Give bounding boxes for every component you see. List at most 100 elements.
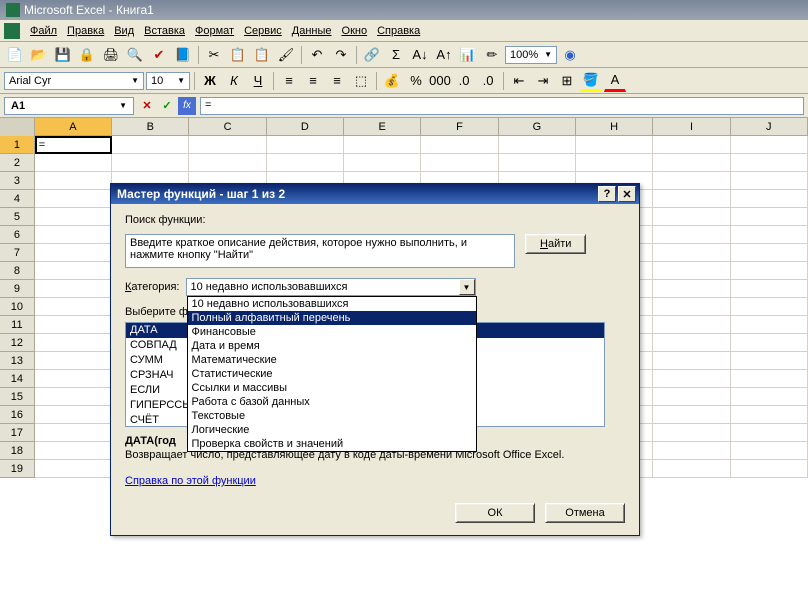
row-header-4[interactable]: 4 [0, 190, 35, 208]
cell[interactable] [267, 136, 344, 154]
align-right-button[interactable]: ≡ [326, 70, 348, 92]
menu-insert[interactable]: Вставка [144, 25, 185, 37]
cell[interactable] [731, 208, 808, 226]
cell[interactable] [653, 370, 730, 388]
cell[interactable] [653, 298, 730, 316]
align-left-button[interactable]: ≡ [278, 70, 300, 92]
comma-button[interactable]: 000 [429, 70, 451, 92]
cell[interactable] [653, 172, 730, 190]
font-color-button[interactable]: A [604, 70, 626, 92]
merge-button[interactable]: ⬚ [350, 70, 372, 92]
row-header-14[interactable]: 14 [0, 370, 35, 388]
cell[interactable] [35, 154, 112, 172]
cell[interactable] [731, 136, 808, 154]
cell[interactable] [731, 298, 808, 316]
cell[interactable] [421, 154, 498, 172]
inc-decimal-button[interactable]: .0 [453, 70, 475, 92]
row-header-18[interactable]: 18 [0, 442, 35, 460]
format-painter-button[interactable]: 🖌 [275, 44, 297, 66]
search-input[interactable]: Введите краткое описание действия, котор… [125, 234, 515, 268]
spelling-button[interactable]: ✔ [148, 44, 170, 66]
cell[interactable] [344, 136, 421, 154]
cell[interactable] [653, 316, 730, 334]
hyperlink-button[interactable]: 🔗 [361, 44, 383, 66]
zoom-combo[interactable]: 100%▼ [505, 46, 557, 64]
cell[interactable] [267, 154, 344, 172]
cell[interactable] [35, 244, 112, 262]
research-button[interactable]: 📘 [172, 44, 194, 66]
row-header-3[interactable]: 3 [0, 172, 35, 190]
row-header-6[interactable]: 6 [0, 226, 35, 244]
cell[interactable] [653, 226, 730, 244]
cell[interactable] [576, 136, 653, 154]
row-header-11[interactable]: 11 [0, 316, 35, 334]
cut-button[interactable]: ✂ [203, 44, 225, 66]
cell[interactable] [731, 190, 808, 208]
category-option[interactable]: Ссылки и массивы [188, 381, 476, 395]
preview-button[interactable]: 🔍 [124, 44, 146, 66]
category-option[interactable]: Текстовые [188, 409, 476, 423]
category-option[interactable]: 10 недавно использовавшихся [188, 297, 476, 311]
menu-format[interactable]: Формат [195, 25, 234, 37]
cell[interactable] [35, 334, 112, 352]
cell[interactable] [499, 154, 576, 172]
cell[interactable] [731, 316, 808, 334]
undo-button[interactable]: ↶ [306, 44, 328, 66]
cell[interactable] [731, 172, 808, 190]
select-all-corner[interactable] [0, 118, 35, 136]
cell[interactable] [653, 334, 730, 352]
fx-button[interactable]: fx [178, 97, 196, 115]
cell[interactable] [35, 262, 112, 280]
cell[interactable] [653, 424, 730, 442]
cell[interactable] [35, 280, 112, 298]
row-header-7[interactable]: 7 [0, 244, 35, 262]
help-button[interactable]: ◉ [559, 44, 581, 66]
cancel-button[interactable]: Отмена [545, 503, 625, 523]
category-option[interactable]: Финансовые [188, 325, 476, 339]
cell[interactable] [731, 280, 808, 298]
paste-button[interactable]: 📋 [251, 44, 273, 66]
cell[interactable] [499, 136, 576, 154]
cell[interactable] [35, 190, 112, 208]
menu-view[interactable]: Вид [114, 25, 134, 37]
cell[interactable] [112, 154, 189, 172]
cell[interactable] [653, 262, 730, 280]
cell[interactable] [35, 460, 112, 478]
row-header-1[interactable]: 1 [0, 136, 35, 154]
cell[interactable] [731, 352, 808, 370]
menu-file[interactable]: Файл [30, 25, 57, 37]
category-option[interactable]: Полный алфавитный перечень [188, 311, 476, 325]
cell[interactable] [35, 172, 112, 190]
menu-window[interactable]: Окно [342, 25, 368, 37]
fontsize-combo[interactable]: 10▼ [146, 72, 190, 90]
row-header-12[interactable]: 12 [0, 334, 35, 352]
cell[interactable] [189, 136, 266, 154]
cell[interactable] [653, 208, 730, 226]
cell[interactable] [35, 388, 112, 406]
print-button[interactable]: 🖨 [100, 44, 122, 66]
row-header-15[interactable]: 15 [0, 388, 35, 406]
cell[interactable] [731, 388, 808, 406]
chart-button[interactable]: 📊 [457, 44, 479, 66]
menu-help[interactable]: Справка [377, 25, 420, 37]
cell[interactable] [731, 424, 808, 442]
col-header-A[interactable]: A [35, 118, 112, 135]
cell[interactable] [731, 244, 808, 262]
dec-indent-button[interactable]: ⇤ [508, 70, 530, 92]
cell[interactable] [35, 352, 112, 370]
cell[interactable] [35, 406, 112, 424]
menu-service[interactable]: Сервис [244, 25, 282, 37]
cell[interactable] [344, 154, 421, 172]
dec-decimal-button[interactable]: .0 [477, 70, 499, 92]
row-header-10[interactable]: 10 [0, 298, 35, 316]
cell[interactable] [731, 334, 808, 352]
cell[interactable] [653, 442, 730, 460]
bold-button[interactable]: Ж [199, 70, 221, 92]
row-header-16[interactable]: 16 [0, 406, 35, 424]
dialog-help-button[interactable]: ? [598, 186, 616, 202]
cell[interactable] [189, 154, 266, 172]
row-header-9[interactable]: 9 [0, 280, 35, 298]
cell[interactable] [731, 442, 808, 460]
row-header-13[interactable]: 13 [0, 352, 35, 370]
name-box[interactable]: A1▼ [4, 97, 134, 115]
